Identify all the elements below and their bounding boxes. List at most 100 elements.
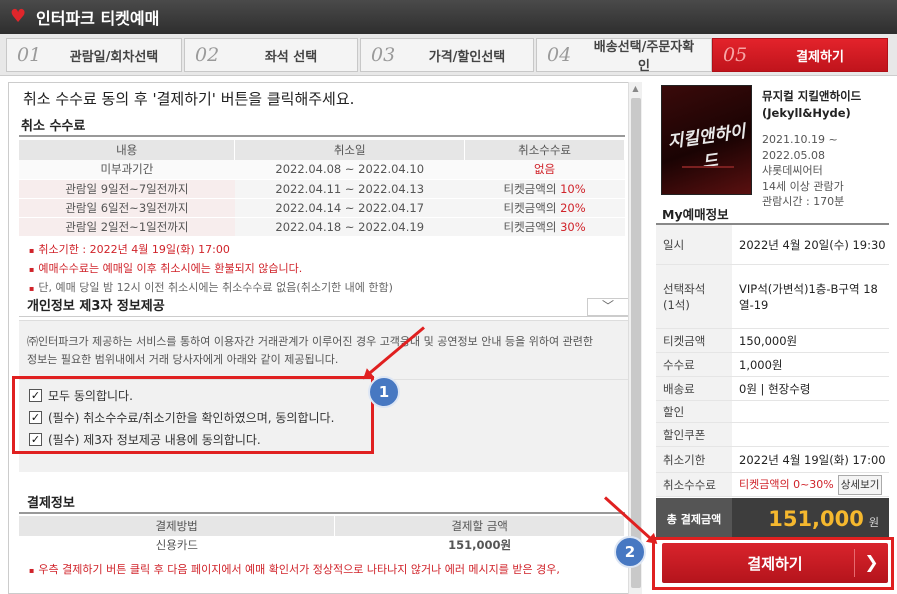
info-value: 2022년 4월 20일(수) 19:30	[739, 237, 886, 252]
info-label: 수수료	[656, 353, 732, 376]
scroll-up-icon[interactable]: ▲	[629, 82, 642, 96]
table-header: 취소수수료	[464, 140, 625, 160]
fee-prefix: 티켓금액의	[503, 181, 561, 196]
table-header: 결제방법	[19, 516, 336, 536]
scroll-thumb[interactable]	[631, 98, 641, 588]
info-value: 150,000원	[739, 333, 798, 348]
info-label: 일시	[656, 225, 732, 264]
info-value: 0원 | 현장수령	[739, 381, 811, 396]
table-cell: 티켓금액의 20%	[464, 198, 625, 218]
table-row: 관람일 6일전~3일전까지 2022.04.14 ~ 2022.04.17 티켓…	[19, 198, 625, 218]
info-value: VIP석(가변석)1층-B구역 18열-19	[739, 281, 878, 312]
table-header: 결제할 금액	[334, 516, 625, 536]
app-title: 인터파크 티켓예매	[36, 9, 160, 28]
step-2[interactable]: 02 좌석 선택	[184, 38, 358, 72]
show-title-korean: 뮤지컬 지킬앤하이드	[762, 89, 862, 103]
show-title-english: (Jekyll&Hyde)	[762, 106, 851, 120]
privacy-title: 개인정보 제3자 정보제공	[27, 299, 165, 314]
table-cell: 티켓금액의 10%	[464, 179, 625, 199]
seat-count: (1석)	[663, 297, 690, 312]
table-row: 미부과기간 2022.04.08 ~ 2022.04.10 없음	[19, 160, 625, 180]
info-value	[732, 423, 889, 446]
cancel-fee-value: 티켓금액의 0~30%	[739, 477, 834, 491]
total-value-box: 151,000 원	[732, 498, 889, 540]
info-label: 할인쿠폰	[656, 423, 732, 446]
step-navigation: 01 관람일/회차선택 02 좌석 선택 03 가격/할인선택 04 배송선택/…	[0, 34, 897, 76]
main-content-panel: 취소 수수료 동의 후 '결제하기' 버튼을 클릭해주세요. 취소 수수료 내용…	[8, 82, 642, 594]
table-cell: 관람일 2일전~1일전까지	[19, 217, 235, 237]
cancel-fee-table: 내용 취소일 취소수수료 미부과기간 2022.04.08 ~ 2022.04.…	[19, 140, 625, 237]
table-cell: 2022.04.14 ~ 2022.04.17	[234, 198, 465, 218]
info-value	[732, 401, 889, 422]
table-row: 관람일 9일전~7일전까지 2022.04.11 ~ 2022.04.13 티켓…	[19, 179, 625, 199]
table-header-row: 결제방법 결제할 금액	[19, 516, 625, 536]
info-label: 배송료	[656, 377, 732, 400]
fee-value: 30%	[560, 219, 586, 234]
info-row-delivery: 배송료 0원 | 현장수령	[656, 377, 889, 401]
step-3[interactable]: 03 가격/할인선택	[360, 38, 534, 72]
info-row-coupon: 할인쿠폰	[656, 423, 889, 447]
table-cell: 2022.04.11 ~ 2022.04.13	[234, 179, 465, 199]
detail-view-button[interactable]: 상세보기	[837, 474, 883, 495]
step-5-active[interactable]: 05 결제하기	[712, 38, 888, 72]
privacy-expand-button[interactable]: ﹀	[587, 298, 629, 316]
fee-refund-note: 예매수수료는 예매일 이후 취소시에는 환불되지 않습니다.	[29, 260, 393, 279]
table-cell: 없음	[464, 160, 625, 180]
info-row-fee: 수수료 1,000원	[656, 353, 889, 377]
info-label: 티켓금액	[656, 329, 732, 352]
step-4[interactable]: 04 배송선택/주문자확인	[536, 38, 712, 74]
table-row: 관람일 2일전~1일전까지 2022.04.18 ~ 2022.04.19 티켓…	[19, 217, 625, 237]
payment-info-title: 결제정보	[27, 496, 75, 511]
info-value: 2022년 4월 19일(화) 17:00	[739, 452, 886, 467]
show-runtime: 관람시간 : 170분	[762, 195, 845, 208]
chevron-down-icon: ﹀	[601, 299, 614, 313]
info-value: 티켓금액의 0~30% 상세보기	[732, 473, 889, 496]
show-date-end: 2022.05.08	[762, 148, 825, 162]
table-header: 취소일	[234, 140, 466, 160]
payment-note: 우측 결제하기 버튼 클릭 후 다음 페이지에서 예매 확인서가 정상적으로 나…	[29, 561, 559, 580]
table-row: 신용카드 151,000원	[19, 536, 625, 556]
table-cell: 티켓금액의 30%	[464, 217, 625, 237]
total-amount-row: 총 결제금액 151,000 원	[656, 498, 889, 540]
step-4-number: 04	[547, 44, 572, 66]
step-5-number: 05	[723, 44, 748, 66]
poster-title: 지킬앤하이드	[666, 121, 747, 173]
info-row-seat: 선택좌석 (1석) VIP석(가변석)1층-B구역 18열-19	[656, 265, 889, 329]
payment-info-table: 결제방법 결제할 금액 신용카드 151,000원	[19, 516, 625, 556]
heart-logo-icon: ♥	[10, 6, 27, 27]
table-header: 내용	[19, 140, 236, 160]
info-row-discount: 할인	[656, 401, 889, 423]
show-venue: 샤롯데씨어터	[762, 164, 823, 177]
app-header: ♥ 인터파크 티켓예매	[0, 0, 897, 34]
annotation-highlight-pay-button	[652, 537, 894, 590]
step-1-label: 관람일/회차선택	[69, 49, 159, 65]
table-cell: 2022.04.18 ~ 2022.04.19	[234, 217, 465, 237]
annotation-highlight-consents	[12, 376, 374, 454]
show-date-start: 2021.10.19 ~	[762, 133, 838, 146]
section-divider	[19, 135, 625, 137]
payment-method: 신용카드	[19, 536, 335, 556]
poster-decoration	[682, 166, 734, 168]
info-label: 취소수수료	[656, 473, 732, 496]
cancel-notes: 취소기한 : 2022년 4월 19일(화) 17:00 예매수수료는 예매일 …	[29, 241, 393, 298]
my-booking-title: My예매정보	[662, 207, 729, 222]
fee-value: 10%	[560, 181, 586, 196]
annotation-badge: 2	[614, 536, 646, 568]
info-row-cancel-fee: 취소수수료 티켓금액의 0~30% 상세보기	[656, 473, 889, 497]
step-4-label: 배송선택/주문자확인	[593, 40, 695, 74]
annotation-badge: 1	[368, 376, 400, 408]
info-row-deadline: 취소기한 2022년 4월 19일(화) 17:00	[656, 447, 889, 473]
step-5-label: 결제하기	[796, 49, 844, 65]
step-1[interactable]: 01 관람일/회차선택	[6, 38, 182, 72]
show-poster: 지킬앤하이드	[661, 85, 752, 195]
info-label: 할인	[656, 401, 732, 422]
info-row-ticket: 티켓금액 150,000원	[656, 329, 889, 353]
table-cell: 관람일 9일전~7일전까지	[19, 179, 235, 199]
step-3-label: 가격/할인선택	[428, 49, 506, 65]
fee-value: 20%	[560, 200, 586, 215]
booking-summary-panel: 지킬앤하이드 뮤지컬 지킬앤하이드 (Jekyll&Hyde) 2021.10.…	[652, 82, 897, 594]
step-2-number: 02	[195, 44, 220, 66]
table-cell: 관람일 6일전~3일전까지	[19, 198, 235, 218]
step-3-number: 03	[371, 44, 396, 66]
info-label: 선택좌석 (1석)	[656, 265, 732, 328]
